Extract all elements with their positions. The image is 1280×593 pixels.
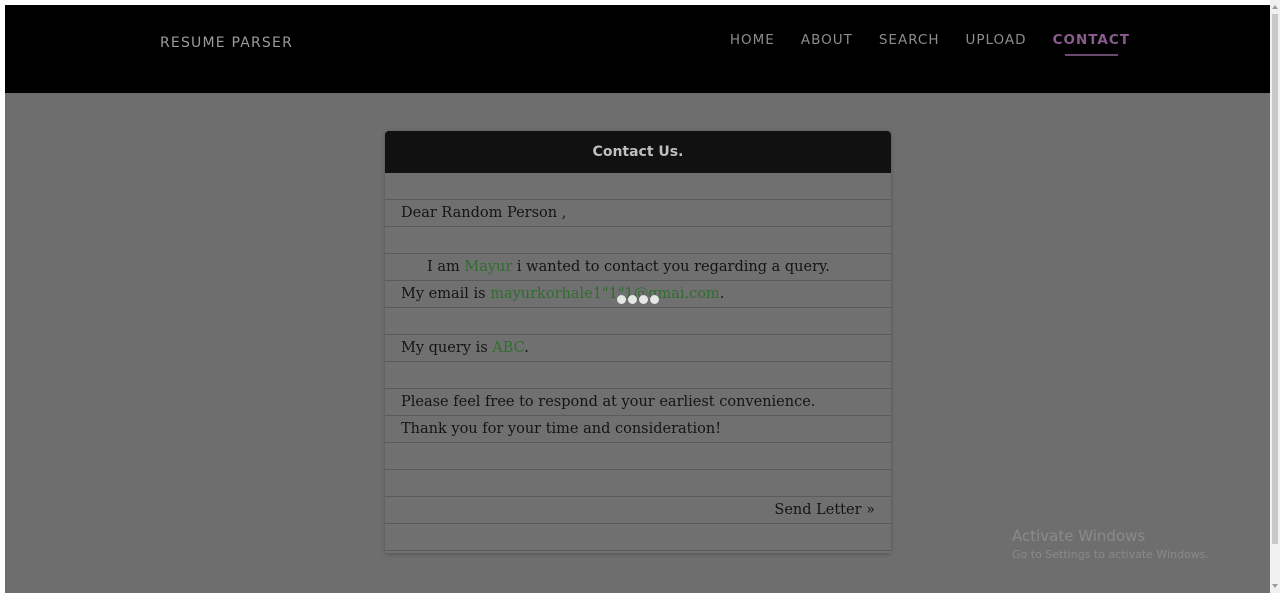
loading-spinner-icon bbox=[617, 295, 659, 304]
blank-line bbox=[385, 470, 891, 497]
nav-about[interactable]: ABOUT bbox=[801, 32, 853, 54]
blank-line bbox=[385, 362, 891, 389]
closing-line-2: Thank you for your time and consideratio… bbox=[385, 416, 891, 443]
blank-line bbox=[385, 443, 891, 470]
email-field[interactable]: mayurkorhale1"1"1@gmai.com bbox=[490, 286, 720, 302]
closing-line-1: Please feel free to respond at your earl… bbox=[385, 389, 891, 416]
spinner-dot bbox=[617, 295, 626, 304]
spinner-dot bbox=[650, 295, 659, 304]
contact-letter-card: Contact Us. Dear Random Person , I am Ma… bbox=[385, 131, 891, 553]
navbar: RESUME PARSER HOME ABOUT SEARCH UPLOAD C… bbox=[5, 5, 1270, 93]
blank-line bbox=[385, 173, 891, 200]
watermark-title: Activate Windows bbox=[1012, 527, 1146, 545]
nav-home[interactable]: HOME bbox=[730, 32, 775, 54]
scroll-thumb[interactable] bbox=[1272, 14, 1278, 544]
card-header: Contact Us. bbox=[385, 131, 891, 173]
brand-logo[interactable]: RESUME PARSER bbox=[160, 35, 293, 51]
blank-line bbox=[385, 524, 891, 551]
watermark-subtitle: Go to Settings to activate Windows. bbox=[1012, 548, 1210, 561]
spinner-dot bbox=[628, 295, 637, 304]
name-field[interactable]: Mayur bbox=[464, 259, 512, 275]
send-line: Send Letter » bbox=[385, 497, 891, 524]
vertical-scrollbar[interactable] bbox=[1270, 0, 1280, 593]
page-frame: RESUME PARSER HOME ABOUT SEARCH UPLOAD C… bbox=[5, 5, 1270, 593]
nav-search[interactable]: SEARCH bbox=[879, 32, 940, 54]
email-prefix: My email is bbox=[401, 286, 486, 302]
blank-line bbox=[385, 227, 891, 254]
salutation-line: Dear Random Person , bbox=[385, 200, 891, 227]
scroll-down-icon[interactable] bbox=[1272, 584, 1278, 588]
nav-upload[interactable]: UPLOAD bbox=[965, 32, 1026, 54]
email-suffix: . bbox=[719, 286, 725, 302]
salutation-text: Dear Random Person , bbox=[401, 205, 567, 221]
send-letter-button[interactable]: Send Letter » bbox=[774, 497, 875, 523]
blank-line bbox=[385, 308, 891, 335]
closing-text-2: Thank you for your time and consideratio… bbox=[401, 421, 722, 437]
intro-prefix: I am bbox=[427, 259, 460, 275]
nav-contact[interactable]: CONTACT bbox=[1053, 32, 1130, 56]
query-field[interactable]: ABC bbox=[492, 340, 524, 356]
activate-windows-watermark: Activate Windows Go to Settings to activ… bbox=[1012, 527, 1209, 561]
intro-line: I am Mayur i wanted to contact you regar… bbox=[385, 254, 891, 281]
card-title: Contact Us. bbox=[592, 144, 684, 160]
scroll-up-icon[interactable] bbox=[1272, 5, 1278, 9]
nav-menu: HOME ABOUT SEARCH UPLOAD CONTACT bbox=[730, 32, 1130, 56]
query-line: My query is ABC. bbox=[385, 335, 891, 362]
intro-suffix: i wanted to contact you regarding a quer… bbox=[516, 259, 830, 275]
query-prefix: My query is bbox=[401, 340, 488, 356]
query-suffix: . bbox=[524, 340, 529, 356]
closing-text-1: Please feel free to respond at your earl… bbox=[401, 394, 816, 410]
letter-lines: Dear Random Person , I am Mayur i wanted… bbox=[385, 173, 891, 551]
spinner-dot bbox=[639, 295, 648, 304]
